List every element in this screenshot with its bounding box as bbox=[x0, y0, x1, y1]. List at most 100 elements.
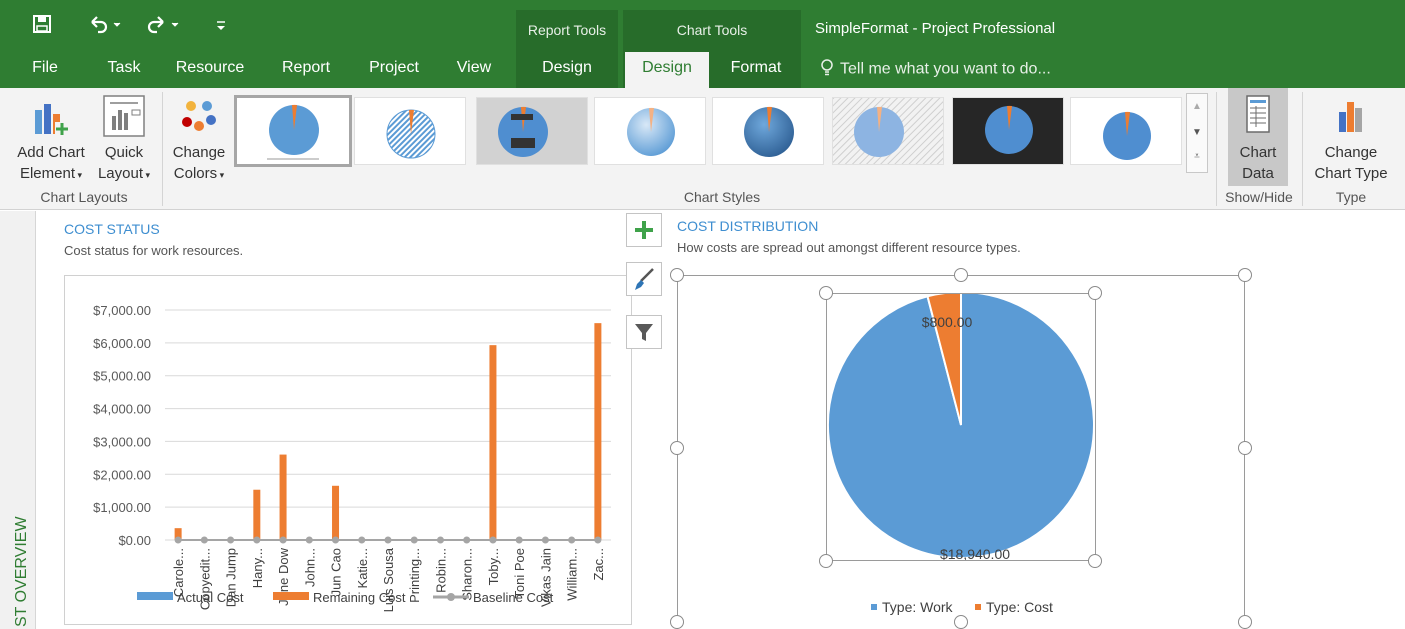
cost-distribution-subtitle: How costs are spread out amongst differe… bbox=[677, 240, 1021, 255]
chart-style-4[interactable] bbox=[594, 97, 706, 165]
chart-style-5[interactable] bbox=[712, 97, 824, 165]
resize-handle[interactable] bbox=[670, 268, 684, 282]
chart-style-3[interactable] bbox=[476, 97, 588, 165]
chevron-down-icon: ▾ bbox=[217, 170, 225, 180]
tab-report-design[interactable]: Design bbox=[530, 52, 604, 88]
tab-view[interactable]: View bbox=[446, 52, 502, 88]
gallery-more-icon[interactable]: ⩡ bbox=[1187, 146, 1207, 172]
tab-chart-format[interactable]: Format bbox=[718, 52, 794, 88]
undo-icon[interactable] bbox=[88, 14, 122, 40]
lightbulb-icon bbox=[820, 58, 834, 81]
x-tick-label: John... bbox=[302, 548, 317, 587]
chart-style-6[interactable] bbox=[832, 97, 944, 165]
chart-data-label-1: Chart bbox=[1239, 144, 1277, 161]
chart-filters-button[interactable] bbox=[626, 315, 662, 349]
plus-icon bbox=[635, 221, 653, 239]
resize-handle[interactable] bbox=[1238, 615, 1252, 629]
resize-handle[interactable] bbox=[954, 615, 968, 629]
x-tick-label: Hany... bbox=[250, 548, 265, 588]
legend-swatch bbox=[137, 592, 173, 600]
gallery-scroll-up-icon[interactable]: ▲ bbox=[1187, 94, 1207, 120]
change-chart-type-button[interactable]: Change Chart Type bbox=[1306, 94, 1396, 184]
save-icon[interactable] bbox=[32, 14, 52, 40]
cost-status-title: COST STATUS bbox=[64, 221, 160, 237]
paintbrush-icon bbox=[635, 268, 654, 290]
tab-file[interactable]: File bbox=[20, 52, 70, 88]
add-chart-element-button[interactable]: Add Chart Element ▾ bbox=[10, 94, 92, 186]
redo-icon[interactable] bbox=[146, 14, 180, 40]
quick-layout-button[interactable]: Quick Layout ▾ bbox=[92, 94, 156, 186]
add-chart-element-label-2: Element bbox=[19, 165, 75, 182]
chart-tools-label: Chart Tools bbox=[676, 22, 748, 38]
x-tick-label: Toby... bbox=[486, 548, 501, 585]
x-tick-label: Printing... bbox=[407, 548, 422, 603]
chart-styles-button[interactable] bbox=[626, 262, 662, 296]
window-title: SimpleFormat - Project Professional bbox=[815, 20, 1056, 37]
quick-layout-label-2: Layout bbox=[97, 165, 143, 182]
svg-text:ST OVERVIEW: ST OVERVIEW bbox=[13, 516, 30, 627]
y-tick-label: $7,000.00 bbox=[93, 303, 151, 318]
change-colors-label-1: Change bbox=[172, 144, 226, 161]
y-tick-label: $0.00 bbox=[118, 533, 151, 548]
show-hide-group-label: Show/Hide bbox=[1225, 189, 1293, 205]
tab-chart-design[interactable]: Design bbox=[625, 52, 709, 88]
ribbon-separator bbox=[1216, 92, 1217, 206]
change-chart-type-label-1: Change bbox=[1324, 144, 1378, 161]
legend-swatch bbox=[273, 592, 309, 600]
resize-handle[interactable] bbox=[954, 268, 968, 282]
legend-label: Type: Work bbox=[882, 599, 954, 615]
plot-area-selection-frame[interactable] bbox=[826, 293, 1096, 561]
y-tick-label: $2,000.00 bbox=[93, 467, 151, 482]
legend-marker bbox=[447, 593, 455, 601]
tell-me-search[interactable]: Tell me what you want to do... bbox=[820, 58, 1051, 81]
legend-swatch bbox=[871, 604, 877, 610]
chart-style-1[interactable] bbox=[234, 95, 352, 167]
cost-status-chart[interactable]: $0.00 $1,000.00 $2,000.00 $3,000.00 $4,000.0… bbox=[64, 275, 632, 625]
change-colors-label-2: Colors bbox=[173, 165, 218, 182]
x-tick-label: Zac... bbox=[591, 548, 606, 581]
cost-distribution-title: COST DISTRIBUTION bbox=[677, 218, 819, 234]
x-tick-label: Robin... bbox=[433, 548, 448, 593]
resize-handle[interactable] bbox=[1238, 441, 1252, 455]
tell-me-text: Tell me what you want to do... bbox=[840, 60, 1051, 78]
tab-task[interactable]: Task bbox=[96, 52, 152, 88]
y-tick-label: $3,000.00 bbox=[93, 434, 151, 449]
chart-elements-button[interactable] bbox=[626, 213, 662, 247]
chart-style-2[interactable] bbox=[354, 97, 466, 165]
cost-status-chart-svg: $0.00 $1,000.00 $2,000.00 $3,000.00 $4,000.0… bbox=[93, 303, 611, 612]
project-window: Report Tools Chart Tools SimpleFormat - … bbox=[0, 0, 1405, 629]
data-table-icon bbox=[1228, 94, 1288, 142]
resize-handle[interactable] bbox=[1238, 268, 1252, 282]
chart-layouts-group-label: Chart Layouts bbox=[40, 189, 128, 205]
palette-icon bbox=[166, 94, 232, 142]
customize-icon[interactable] bbox=[215, 14, 227, 40]
resize-handle[interactable] bbox=[670, 615, 684, 629]
plot-resize-handle[interactable] bbox=[1088, 554, 1102, 568]
quick-layout-icon bbox=[92, 94, 156, 142]
chevron-down-icon: ▾ bbox=[143, 170, 151, 180]
plot-resize-handle[interactable] bbox=[819, 286, 833, 300]
plot-resize-handle[interactable] bbox=[819, 554, 833, 568]
title-bar: Report Tools Chart Tools SimpleFormat - … bbox=[0, 0, 1405, 88]
add-chart-element-label-1: Add Chart bbox=[17, 144, 85, 161]
tab-resource[interactable]: Resource bbox=[170, 52, 250, 88]
gallery-scroll: ▲ ▼ ⩡ bbox=[1186, 93, 1208, 173]
gallery-scroll-down-icon[interactable]: ▼ bbox=[1187, 120, 1207, 146]
tab-project[interactable]: Project bbox=[360, 52, 428, 88]
quick-layout-label-1: Quick bbox=[104, 144, 144, 161]
y-tick-label: $1,000.00 bbox=[93, 500, 151, 515]
bar-chart-icon bbox=[1306, 94, 1396, 142]
filter-icon bbox=[635, 324, 653, 341]
chart-style-8[interactable] bbox=[1070, 97, 1182, 165]
legend-swatch bbox=[975, 604, 981, 610]
chart-data-button[interactable]: Chart Data bbox=[1228, 88, 1288, 186]
bar-remaining-cost bbox=[594, 323, 602, 540]
ribbon-separator bbox=[162, 92, 163, 206]
tab-report[interactable]: Report bbox=[270, 52, 342, 88]
cost-status-subtitle: Cost status for work resources. bbox=[64, 243, 244, 258]
chart-style-7[interactable] bbox=[952, 97, 1064, 165]
report-tools-label: Report Tools bbox=[527, 22, 607, 38]
plot-resize-handle[interactable] bbox=[1088, 286, 1102, 300]
change-colors-button[interactable]: Change Colors ▾ bbox=[166, 94, 232, 186]
resize-handle[interactable] bbox=[670, 441, 684, 455]
